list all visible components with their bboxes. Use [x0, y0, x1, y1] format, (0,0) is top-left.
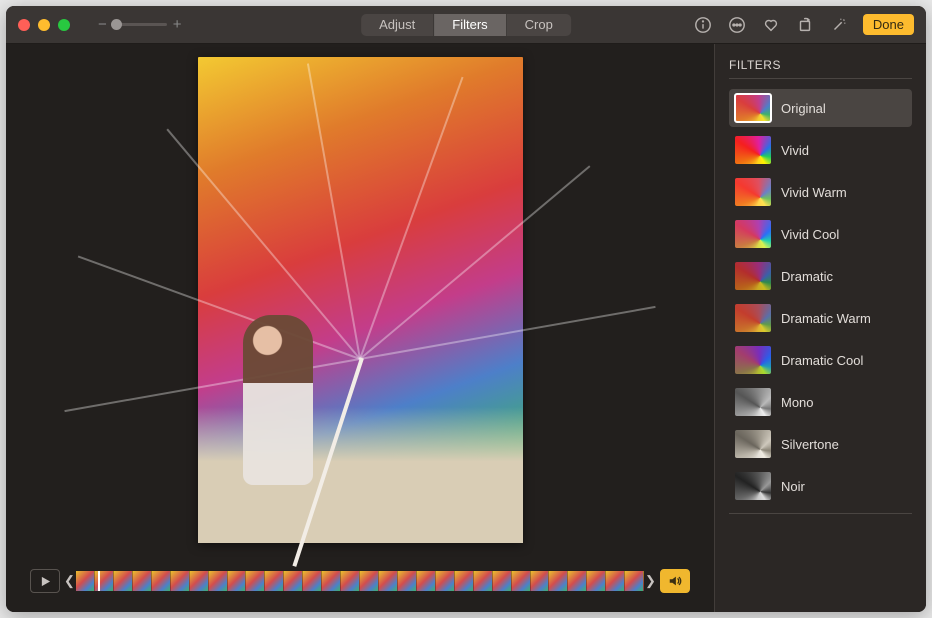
more-icon[interactable] [727, 15, 747, 35]
filter-swatch [735, 262, 771, 290]
minimize-window-button[interactable] [38, 19, 50, 31]
photo-preview[interactable] [198, 57, 523, 543]
canvas-area [6, 44, 714, 556]
timeline-thumb[interactable] [587, 571, 606, 591]
favorite-icon[interactable] [761, 15, 781, 35]
trim-start-handle[interactable]: ❮ [66, 569, 73, 593]
timeline-thumb[interactable] [474, 571, 493, 591]
filter-swatch [735, 346, 771, 374]
zoom-out-icon: − [98, 17, 107, 32]
filter-item-vivid-cool[interactable]: Vivid Cool [729, 215, 912, 253]
timeline-track[interactable]: ❮ ❯ [66, 569, 654, 593]
filter-label: Dramatic Cool [781, 353, 863, 368]
tab-filters[interactable]: Filters [434, 14, 506, 36]
timeline-thumb[interactable] [265, 571, 284, 591]
toolbar-right: Done [693, 14, 914, 35]
timeline-thumb[interactable] [493, 571, 512, 591]
done-button[interactable]: Done [863, 14, 914, 35]
filter-swatch [735, 94, 771, 122]
playhead[interactable] [98, 571, 100, 591]
filter-swatch [735, 178, 771, 206]
edit-mode-segmented-control: Adjust Filters Crop [361, 14, 571, 36]
titlebar: − + Adjust Filters Crop [6, 6, 926, 44]
filter-swatch [735, 430, 771, 458]
close-window-button[interactable] [18, 19, 30, 31]
timeline-thumb[interactable] [455, 571, 474, 591]
timeline-thumb[interactable] [322, 571, 341, 591]
filter-label: Vivid Warm [781, 185, 847, 200]
filter-swatch [735, 220, 771, 248]
filter-label: Silvertone [781, 437, 839, 452]
timeline-thumb[interactable] [114, 571, 133, 591]
zoom-track[interactable] [113, 23, 167, 26]
timeline-thumb[interactable] [190, 571, 209, 591]
auto-enhance-icon[interactable] [829, 15, 849, 35]
filter-item-noir[interactable]: Noir [729, 467, 912, 505]
rotate-icon[interactable] [795, 15, 815, 35]
timeline-thumb[interactable] [417, 571, 436, 591]
filter-label: Dramatic [781, 269, 833, 284]
filter-swatch [735, 136, 771, 164]
play-button[interactable] [30, 569, 60, 593]
timeline-thumb[interactable] [568, 571, 587, 591]
zoom-in-icon: + [173, 17, 182, 32]
sidebar-title: FILTERS [729, 58, 912, 79]
zoom-knob[interactable] [111, 19, 122, 30]
timeline-thumb[interactable] [152, 571, 171, 591]
timeline-thumb[interactable] [360, 571, 379, 591]
filters-list: Original Vivid Vivid Warm Vivid Cool Dramati… [729, 89, 912, 505]
timeline-thumbs[interactable] [76, 571, 644, 591]
filter-item-dramatic-warm[interactable]: Dramatic Warm [729, 299, 912, 337]
timeline-thumb[interactable] [246, 571, 265, 591]
timeline-thumb[interactable] [76, 571, 95, 591]
timeline-thumb[interactable] [228, 571, 247, 591]
timeline-thumb[interactable] [284, 571, 303, 591]
trim-end-handle[interactable]: ❯ [647, 569, 654, 593]
filter-swatch [735, 472, 771, 500]
filter-swatch [735, 304, 771, 332]
timeline-thumb[interactable] [133, 571, 152, 591]
window-controls [18, 19, 70, 31]
video-timeline: ❮ ❯ [30, 564, 690, 598]
tab-adjust[interactable]: Adjust [361, 14, 434, 36]
filter-item-vivid-warm[interactable]: Vivid Warm [729, 173, 912, 211]
filter-label: Original [781, 101, 826, 116]
audio-toggle-button[interactable] [660, 569, 690, 593]
filter-label: Mono [781, 395, 814, 410]
tab-crop[interactable]: Crop [507, 14, 571, 36]
editor-left-pane: ❮ ❯ [6, 44, 714, 612]
filter-swatch [735, 388, 771, 416]
filter-item-dramatic-cool[interactable]: Dramatic Cool [729, 341, 912, 379]
timeline-thumb[interactable] [512, 571, 531, 591]
photos-edit-window: − + Adjust Filters Crop [6, 6, 926, 612]
filter-item-mono[interactable]: Mono [729, 383, 912, 421]
filter-item-silvertone[interactable]: Silvertone [729, 425, 912, 463]
filter-label: Vivid [781, 143, 809, 158]
filters-sidebar: FILTERS Original Vivid Vivid Warm Vivid Coo… [714, 44, 926, 612]
timeline-thumb[interactable] [625, 571, 644, 591]
timeline-thumb[interactable] [379, 571, 398, 591]
timeline-thumb[interactable] [171, 571, 190, 591]
timeline-thumb[interactable] [436, 571, 455, 591]
timeline-thumb[interactable] [531, 571, 550, 591]
filter-item-dramatic[interactable]: Dramatic [729, 257, 912, 295]
filter-label: Vivid Cool [781, 227, 839, 242]
sidebar-separator [729, 513, 912, 514]
filter-label: Dramatic Warm [781, 311, 871, 326]
fullscreen-window-button[interactable] [58, 19, 70, 31]
timeline-thumb[interactable] [606, 571, 625, 591]
timeline-thumb[interactable] [303, 571, 322, 591]
info-icon[interactable] [693, 15, 713, 35]
filter-item-original[interactable]: Original [729, 89, 912, 127]
zoom-slider[interactable]: − + [98, 17, 182, 32]
filter-item-vivid[interactable]: Vivid [729, 131, 912, 169]
editor-body: ❮ ❯ FILTERS Original Vivid Vivid Warm Vivid… [6, 44, 926, 612]
timeline-thumb[interactable] [398, 571, 417, 591]
timeline-thumb[interactable] [209, 571, 228, 591]
timeline-thumb[interactable] [341, 571, 360, 591]
timeline-thumb[interactable] [549, 571, 568, 591]
filter-label: Noir [781, 479, 805, 494]
photo-subject [243, 315, 313, 485]
